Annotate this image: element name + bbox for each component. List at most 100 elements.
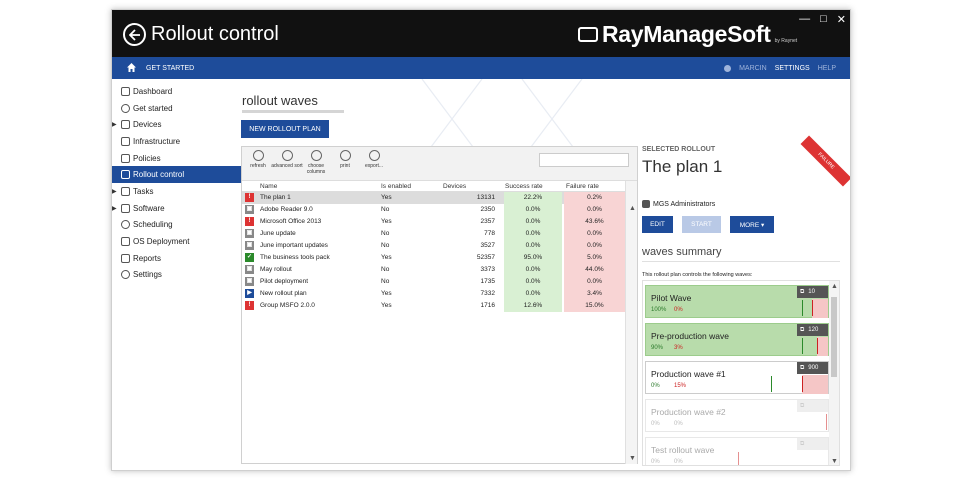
device-count-badge: ⧉ 900 (797, 362, 828, 374)
sidebar-item-policies[interactable]: Policies (112, 150, 242, 167)
scroll-thumb[interactable] (831, 297, 837, 377)
brand-logo: RayManageSoft by Raynet (578, 21, 797, 48)
table-row[interactable]: ▶ New rollout plan Yes 7332 0.0% 3.4% (242, 288, 625, 300)
advanced-sort-button[interactable]: advanced sort (271, 150, 303, 169)
wave-name: Test rollout wave (651, 445, 715, 455)
tasks-icon (121, 186, 130, 196)
column-header-devices[interactable]: Devices (443, 183, 466, 190)
refresh-button[interactable]: refresh (242, 150, 274, 169)
row-enabled: Yes (381, 254, 392, 261)
sidebar-item-software[interactable]: ▶ Software (112, 200, 242, 217)
table-row[interactable]: ! The plan 1 Yes 13131 22.2% 0.2% (242, 192, 625, 204)
maximize-button[interactable]: □ (820, 13, 827, 26)
scroll-down-icon[interactable]: ▼ (629, 455, 636, 462)
table-row[interactable]: ▣ Pilot deployment No 1735 0.0% 0.0% (242, 276, 625, 288)
row-failure-rate: 3.4% (564, 288, 625, 300)
new-rollout-plan-button[interactable]: NEW ROLLOUT PLAN (241, 120, 329, 138)
column-header-success[interactable]: Success rate (505, 183, 543, 190)
row-devices: 2350 (480, 206, 495, 213)
sidebar-item-reports[interactable]: Reports (112, 250, 242, 267)
table-row[interactable]: ! Group MSFO 2.0.0 Yes 1716 12.6% 15.0% (242, 300, 625, 312)
row-failure-rate: 0.0% (564, 228, 625, 240)
rollout-icon (121, 170, 130, 180)
sidebar-item-infrastructure[interactable]: Infrastructure (112, 133, 242, 150)
sidebar-item-rollout-control[interactable]: Rollout control (112, 166, 242, 184)
sidebar-item-tasks[interactable]: ▶ Tasks (112, 183, 242, 200)
wave-card[interactable]: ⧉ 120 Pre-production wave 90% 3% (645, 323, 829, 356)
sidebar-item-label: Settings (133, 270, 162, 280)
failure-marker (826, 414, 827, 430)
more-button[interactable]: MORE ▾ (730, 216, 774, 233)
wave-card[interactable]: ⧉ Production wave #2 0% 0% (645, 399, 829, 432)
home-icon[interactable] (126, 62, 137, 73)
brand-name: RayManageSoft (602, 21, 771, 47)
failure-zone (812, 299, 828, 318)
table-row[interactable]: ▣ June update No 778 0.0% 0.0% (242, 228, 625, 240)
column-header-enabled[interactable]: Is enabled (381, 183, 411, 190)
row-success-rate: 0.0% (504, 264, 562, 276)
sidebar-item-get-started[interactable]: Get started (112, 100, 242, 117)
expand-arrow-icon[interactable]: ▶ (112, 205, 117, 212)
wave-card[interactable]: ⧉ 10 Pilot Wave 100% 0% (645, 285, 829, 318)
sidebar-item-label: Scheduling (133, 220, 173, 230)
waves-summary-description: This rollout plan controls the following… (642, 272, 753, 278)
status-pending-icon: ▣ (245, 277, 254, 286)
row-success-rate: 22.2% (504, 192, 562, 204)
success-marker (771, 376, 772, 392)
grid-scrollbar[interactable]: ▲ ▼ (625, 181, 637, 464)
scroll-up-icon[interactable]: ▲ (831, 283, 838, 290)
expand-arrow-icon[interactable]: ▶ (112, 188, 117, 195)
print-button[interactable]: print (329, 150, 361, 169)
os-icon (121, 237, 130, 247)
minimize-button[interactable]: — (799, 13, 810, 26)
grid-search-input[interactable] (539, 153, 629, 167)
selected-rollout-label: SELECTED ROLLOUT (642, 146, 716, 153)
status-pending-icon: ▣ (245, 205, 254, 214)
row-name: June important updates (260, 242, 328, 249)
nav-settings[interactable]: SETTINGS (775, 65, 810, 72)
sidebar-item-os-deployment[interactable]: OS Deployment (112, 233, 242, 250)
sidebar-item-settings[interactable]: Settings (112, 267, 242, 284)
wave-card[interactable]: ⧉ Test rollout wave 0% 0% (645, 437, 829, 465)
sidebar-item-devices[interactable]: ▶ Devices (112, 116, 242, 133)
sidebar-item-scheduling[interactable]: Scheduling (112, 217, 242, 234)
export-button[interactable]: export... (358, 150, 390, 169)
row-success-rate: 0.0% (504, 288, 562, 300)
start-button[interactable]: START (682, 216, 721, 233)
nav-user[interactable]: MARCIN (739, 65, 767, 72)
scroll-up-icon[interactable]: ▲ (629, 205, 636, 212)
choose-columns-button[interactable]: choose columns (300, 150, 332, 175)
info-icon (121, 103, 130, 113)
edit-button[interactable]: EDIT (642, 216, 673, 233)
table-row[interactable]: ▣ May rollout No 3373 0.0% 44.0% (242, 264, 625, 276)
close-button[interactable]: ✕ (837, 13, 846, 26)
sidebar-item-dashboard[interactable]: Dashboard (112, 83, 242, 100)
nav-help[interactable]: HELP (818, 65, 836, 72)
status-pending-icon: ▣ (245, 241, 254, 250)
back-button[interactable] (123, 23, 146, 46)
device-count-badge: ⧉ 10 (797, 286, 828, 298)
dashboard-icon (121, 86, 130, 96)
waves-list: ⧉ Test rollout wave 0% 0% ⧉ Production wave #… (642, 280, 840, 466)
table-row[interactable]: ✓ The business tools pack Yes 52357 95.0% 5.0… (242, 252, 625, 264)
wave-failure-rate: 3% (674, 345, 683, 351)
nav-get-started[interactable]: GET STARTED (146, 65, 194, 72)
expand-arrow-icon[interactable]: ▶ (112, 121, 117, 128)
window-title: Rollout control (151, 23, 279, 45)
devices-icon: ⧉ (800, 288, 805, 295)
wave-card[interactable]: ⧉ 900 Production wave #1 0% 15% (645, 361, 829, 394)
grid-header: Name Is enabled Devices Success rate Fai… (242, 181, 625, 192)
wave-failure-rate: 0% (674, 459, 683, 465)
sidebar-item-label: Infrastructure (133, 136, 181, 146)
scroll-down-icon[interactable]: ▼ (831, 458, 838, 465)
column-header-failure[interactable]: Failure rate (566, 183, 599, 190)
table-row[interactable]: ▣ June important updates No 3527 0.0% 0.0% (242, 240, 625, 252)
wave-name: Production wave #1 (651, 369, 726, 379)
table-row[interactable]: ▣ Adobe Reader 9.0 No 2350 0.0% 0.0% (242, 204, 625, 216)
table-row[interactable]: ! Microsoft Office 2013 Yes 2357 0.0% 43.6% (242, 216, 625, 228)
row-devices: 1735 (480, 278, 495, 285)
waves-scrollbar[interactable]: ▲ ▼ (829, 281, 839, 465)
column-header-name[interactable]: Name (260, 183, 277, 190)
export-icon (368, 150, 380, 161)
row-devices: 52357 (476, 254, 495, 261)
